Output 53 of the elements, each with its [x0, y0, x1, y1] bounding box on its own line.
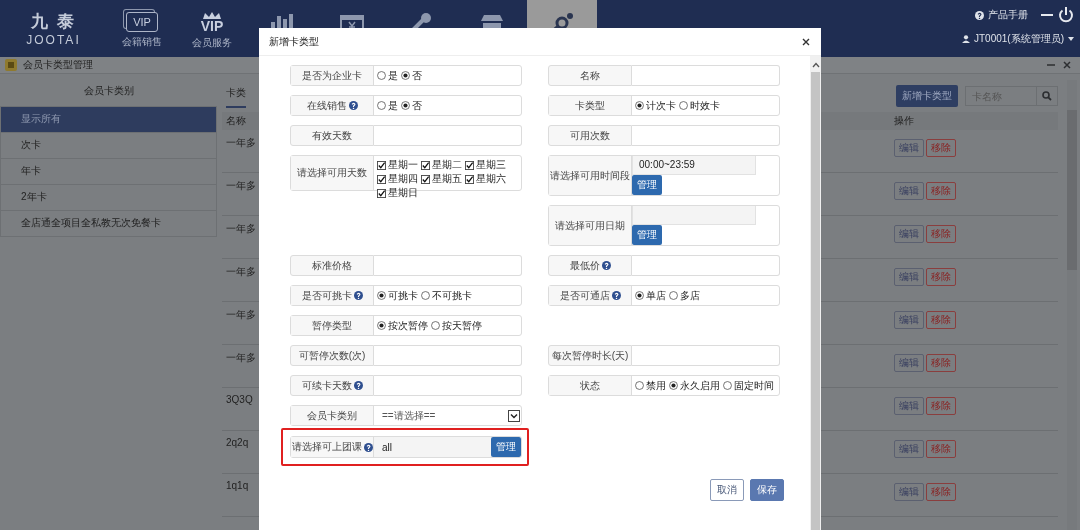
field-label: 卡类型 — [575, 98, 605, 113]
checkbox-label: 星期一 — [388, 158, 418, 172]
field-label: 请选择可上团课 — [291, 440, 362, 454]
checkbox-label: 星期五 — [432, 172, 462, 186]
field-label: 暂停类型 — [312, 318, 352, 333]
field-label: 每次暂停时长(天) — [551, 348, 629, 363]
field-label: 标准价格 — [312, 258, 352, 273]
field-label: 请选择可用时间段 — [550, 168, 630, 183]
sidebar-title: 会员卡类别 — [82, 84, 135, 98]
checkbox-label: 星期六 — [476, 172, 506, 186]
checkbox-label: 星期四 — [388, 172, 418, 186]
column-header: 名称 — [226, 114, 247, 128]
checkbox-label: 星期日 — [388, 186, 418, 200]
radio-label: 单店 — [646, 288, 666, 303]
field-label: 可暂停次数(次) — [298, 348, 366, 363]
field-label: 名称 — [580, 68, 600, 83]
vip-card-icon: VIP — [126, 12, 158, 32]
field-label: 请选择可用日期 — [555, 218, 625, 233]
radio-label: 否 — [412, 98, 422, 113]
field-label: 最低价 — [569, 258, 600, 273]
table-cell: 1q1q — [226, 480, 249, 491]
field-label: 在线销售 — [306, 98, 347, 113]
field-label: 会员卡类别 — [307, 408, 357, 423]
field-label: 是否可通店 — [559, 288, 610, 303]
radio-label: 计次卡 — [646, 98, 676, 113]
checkbox-label: 星期二 — [432, 158, 462, 172]
table-cell: 3Q3Q — [226, 394, 253, 405]
radio-label: 否 — [412, 68, 422, 83]
field-label: 是否可挑卡 — [301, 288, 352, 303]
page-title: 会员卡类型管理 — [23, 58, 93, 72]
radio-label: 禁用 — [646, 378, 666, 393]
radio-label: 多店 — [680, 288, 700, 303]
field-label: 请选择可用天数 — [297, 166, 367, 180]
radio-label: 按次暂停 — [388, 318, 428, 333]
radio-label: 永久启用 — [680, 378, 720, 393]
checkbox-label: 星期三 — [476, 158, 506, 172]
field-label: 是否为企业卡 — [302, 68, 362, 83]
logo-text: JOOTAI — [26, 33, 81, 47]
dialog-title: 新增卡类型 — [269, 34, 319, 49]
field-label: 可用次数 — [570, 128, 610, 143]
radio-label: 是 — [388, 68, 398, 83]
radio-label: 时效卡 — [690, 98, 720, 113]
radio-label: 按天暂停 — [442, 318, 482, 333]
table-cell: 2q2q — [226, 437, 249, 448]
radio-label: 不可挑卡 — [432, 288, 472, 303]
radio-label: 是 — [388, 98, 398, 113]
column-header: 操作 — [894, 114, 915, 128]
radio-label: 固定时间 — [734, 378, 774, 393]
logo-text: 九 泰 — [31, 11, 76, 33]
field-label: 有效天数 — [312, 128, 352, 143]
field-label: 可续卡天数 — [301, 378, 352, 393]
field-label: 状态 — [580, 378, 600, 393]
radio-label: 可挑卡 — [388, 288, 418, 303]
